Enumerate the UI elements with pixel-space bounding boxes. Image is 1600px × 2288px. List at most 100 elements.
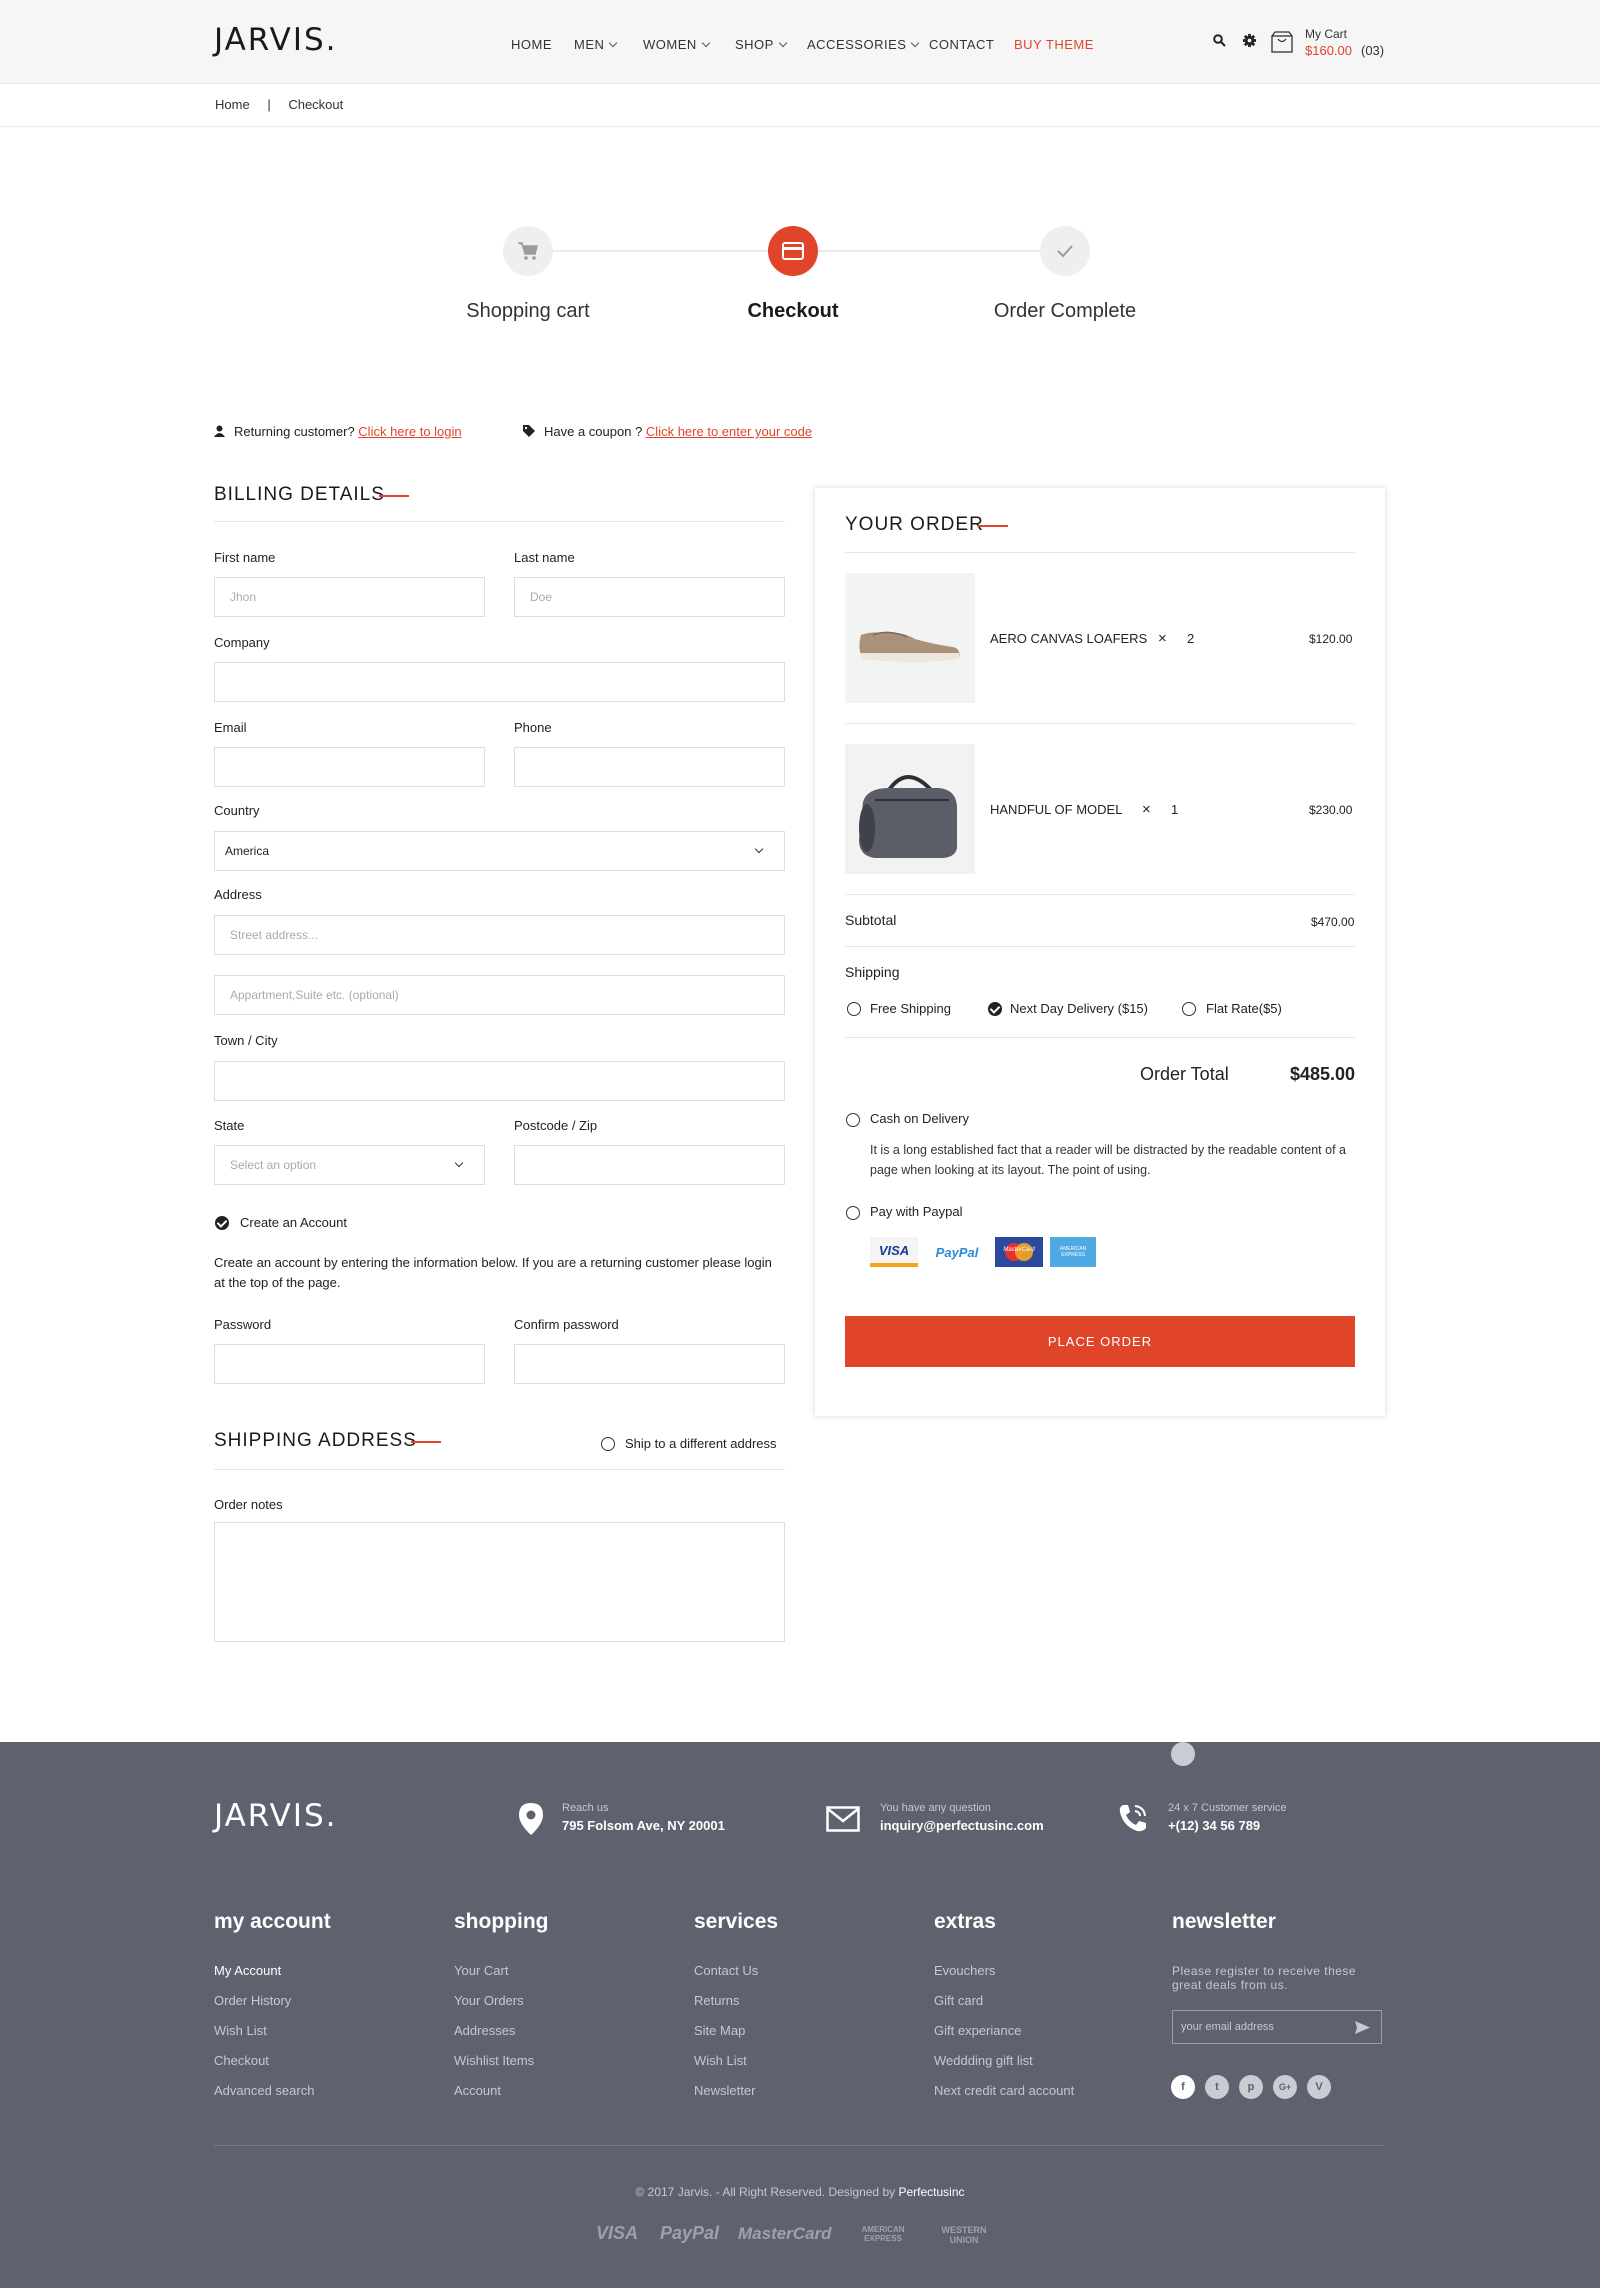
footer-link[interactable]: My Account bbox=[214, 1963, 281, 1978]
email-input[interactable] bbox=[214, 747, 485, 787]
step-complete[interactable] bbox=[1040, 226, 1090, 276]
google-plus-icon[interactable]: G+ bbox=[1273, 2075, 1297, 2099]
town-input[interactable] bbox=[214, 1061, 785, 1101]
footer-link[interactable]: Contact Us bbox=[694, 1963, 758, 1978]
company-input[interactable] bbox=[214, 662, 785, 702]
state-label: State bbox=[214, 1118, 245, 1133]
footer-link[interactable]: Next credit card account bbox=[934, 2083, 1074, 2098]
send-icon[interactable] bbox=[1355, 2021, 1370, 2034]
shopping-bag-icon[interactable] bbox=[1270, 30, 1294, 54]
flat-rate-radio[interactable] bbox=[1182, 1002, 1196, 1016]
address-value: 795 Folsom Ave, NY 20001 bbox=[562, 1818, 725, 1833]
cart-label[interactable]: My Cart bbox=[1305, 27, 1347, 41]
ship-different-radio[interactable] bbox=[601, 1437, 615, 1451]
cash-on-delivery-radio[interactable] bbox=[846, 1113, 860, 1127]
country-select[interactable]: America bbox=[214, 831, 785, 871]
next-day-delivery-radio[interactable] bbox=[988, 1002, 1002, 1016]
email-value[interactable]: inquiry@perfectusinc.com bbox=[880, 1818, 1044, 1833]
last-name-input[interactable]: Doe bbox=[514, 577, 785, 617]
nav-home[interactable]: HOME bbox=[511, 37, 552, 52]
footer-link[interactable]: Advanced search bbox=[214, 2083, 314, 2098]
nav-men[interactable]: MEN bbox=[574, 37, 618, 52]
email-label: Email bbox=[214, 720, 247, 735]
phone-input[interactable] bbox=[514, 747, 785, 787]
search-icon[interactable] bbox=[1213, 34, 1226, 47]
nav-women[interactable]: WOMEN bbox=[643, 37, 711, 52]
footer-link[interactable]: Newsletter bbox=[694, 2083, 755, 2098]
footer-link[interactable]: Your Orders bbox=[454, 1993, 524, 2008]
footer-link[interactable]: Weddding gift list bbox=[934, 2053, 1033, 2068]
pinterest-icon[interactable]: p bbox=[1239, 2075, 1263, 2099]
footer-link[interactable]: Order History bbox=[214, 1993, 291, 2008]
gear-icon[interactable] bbox=[1242, 33, 1257, 48]
nav-shop[interactable]: SHOP bbox=[735, 37, 788, 52]
order-notes-textarea[interactable] bbox=[214, 1522, 785, 1642]
footer-link[interactable]: Gift experiance bbox=[934, 2023, 1021, 2038]
paypal-radio[interactable] bbox=[846, 1206, 860, 1220]
footer-logo[interactable]: JARVIS. bbox=[214, 1798, 338, 1834]
divider bbox=[214, 1469, 785, 1470]
footer-link[interactable]: Wish List bbox=[694, 2053, 747, 2068]
credit-card-icon bbox=[782, 242, 804, 260]
footer-link[interactable]: Account bbox=[454, 2083, 501, 2098]
confirm-password-input[interactable] bbox=[514, 1344, 785, 1384]
shipping-address-title: SHIPPING ADDRESS bbox=[214, 1430, 417, 1451]
footer-link[interactable]: Returns bbox=[694, 1993, 740, 2008]
shoe-icon bbox=[859, 631, 960, 662]
cash-on-delivery-description: It is a long established fact that a rea… bbox=[870, 1143, 1346, 1177]
footer-link[interactable]: Wishlist Items bbox=[454, 2053, 534, 2068]
product-image-bag[interactable] bbox=[845, 744, 975, 874]
footer-link[interactable]: Your Cart bbox=[454, 1963, 508, 1978]
chevron-down-icon bbox=[754, 844, 764, 854]
subtotal-label: Subtotal bbox=[845, 912, 897, 928]
vimeo-icon[interactable]: V bbox=[1307, 2075, 1331, 2099]
visa-card-icon: VISA bbox=[870, 1237, 918, 1267]
state-placeholder: Select an option bbox=[230, 1158, 317, 1172]
step-label-checkout: Checkout bbox=[747, 300, 839, 322]
twitter-icon[interactable]: t bbox=[1205, 2075, 1229, 2099]
login-link[interactable]: Click here to login bbox=[358, 424, 461, 439]
free-shipping-radio[interactable] bbox=[847, 1002, 861, 1016]
last-name-label: Last name bbox=[514, 550, 575, 565]
tag-icon bbox=[523, 425, 535, 437]
create-account-checkbox[interactable] bbox=[215, 1216, 229, 1230]
newsletter-placeholder: your email address bbox=[1181, 2021, 1274, 2033]
divider bbox=[845, 946, 1355, 947]
apartment-input[interactable]: Appartment,Suite etc. (optional) bbox=[214, 975, 785, 1015]
breadcrumb-separator: | bbox=[267, 97, 271, 112]
first-name-input[interactable]: Jhon bbox=[214, 577, 485, 617]
footer-link[interactable]: Checkout bbox=[214, 2053, 269, 2068]
footer-link[interactable]: Site Map bbox=[694, 2023, 745, 2038]
postcode-input[interactable] bbox=[514, 1145, 785, 1185]
shipping-label: Shipping bbox=[845, 964, 900, 980]
footer-link[interactable]: Wish List bbox=[214, 2023, 267, 2038]
breadcrumb-home[interactable]: Home bbox=[215, 97, 250, 112]
town-label: Town / City bbox=[214, 1033, 278, 1048]
street-address-input[interactable]: Street address... bbox=[214, 915, 785, 955]
coupon-link[interactable]: Click here to enter your code bbox=[646, 424, 812, 439]
cart-amount[interactable]: $160.00 bbox=[1305, 43, 1352, 58]
footer-link[interactable]: Addresses bbox=[454, 2023, 515, 2038]
step-checkout[interactable] bbox=[768, 226, 818, 276]
product-image-loafers[interactable] bbox=[845, 573, 975, 703]
password-input[interactable] bbox=[214, 1344, 485, 1384]
accent-bar bbox=[379, 495, 409, 497]
designer-link[interactable]: Perfectusinc bbox=[898, 2185, 964, 2199]
step-cart[interactable] bbox=[503, 226, 553, 276]
footer-link[interactable]: Gift card bbox=[934, 1993, 983, 2008]
site-logo[interactable]: JARVIS. bbox=[214, 22, 338, 58]
nav-accessories[interactable]: ACCESSORIES bbox=[807, 37, 920, 52]
order-item-qty: 1 bbox=[1171, 802, 1179, 817]
facebook-icon[interactable] bbox=[1171, 1742, 1195, 1766]
footer-link[interactable]: Evouchers bbox=[934, 1963, 995, 1978]
flat-rate-label: Flat Rate($5) bbox=[1206, 1001, 1282, 1016]
phone-label: Phone bbox=[514, 720, 552, 735]
facebook-icon[interactable]: f bbox=[1171, 2075, 1195, 2099]
returning-customer-text: Returning customer? Click here to login bbox=[234, 424, 462, 439]
state-select[interactable]: Select an option bbox=[214, 1145, 485, 1185]
newsletter-email-input[interactable]: your email address bbox=[1172, 2010, 1382, 2044]
nav-buy-theme[interactable]: BUY THEME bbox=[1014, 37, 1094, 52]
nav-contact[interactable]: CONTACT bbox=[929, 37, 994, 52]
address-label: Address bbox=[214, 887, 262, 902]
place-order-button[interactable]: PLACE ORDER bbox=[845, 1316, 1355, 1367]
